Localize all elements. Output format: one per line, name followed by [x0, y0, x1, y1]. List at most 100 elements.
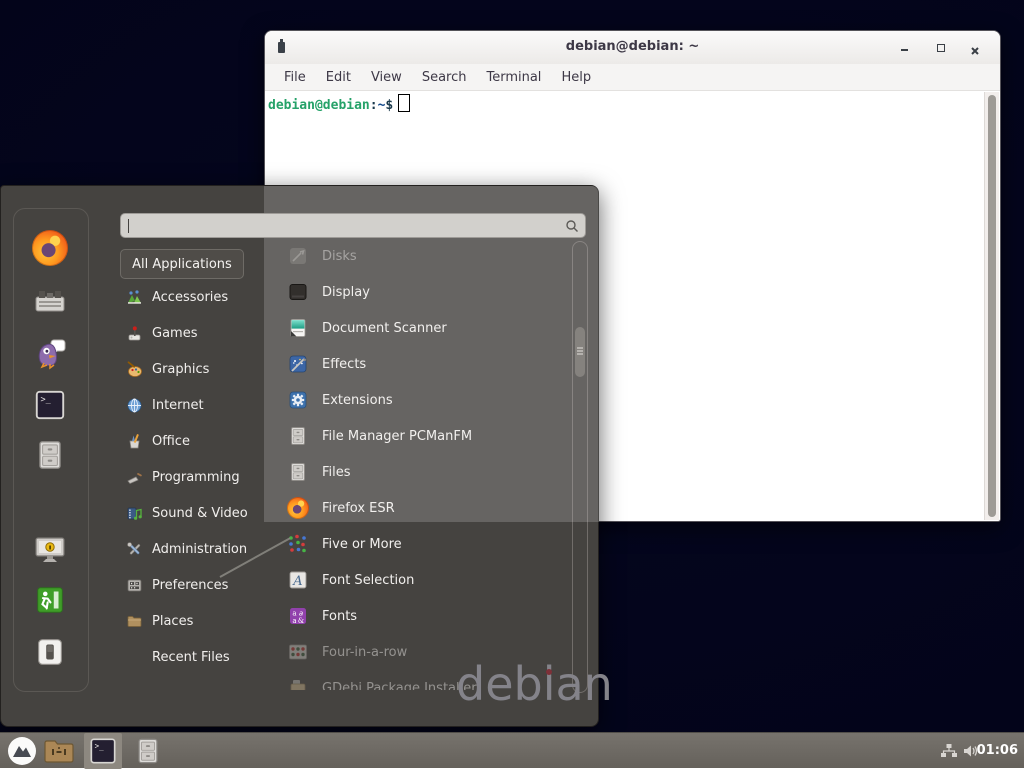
favorite-terminal-button[interactable]: >_ [30, 385, 70, 425]
menu-help[interactable]: Help [551, 67, 601, 88]
menu-file[interactable]: File [274, 67, 316, 88]
menu-terminal[interactable]: Terminal [476, 67, 551, 88]
mixer-icon [32, 283, 68, 319]
pidgin-icon [32, 335, 68, 371]
app-effects[interactable]: Effects [273, 346, 557, 382]
app-fonts[interactable]: a a a & Fonts [273, 598, 557, 634]
display-icon [287, 281, 309, 303]
app-list-scrollbar-thumb[interactable] [575, 327, 585, 377]
app-list-scrollbar[interactable] [572, 241, 588, 693]
category-label: Places [152, 614, 193, 629]
app-disks[interactable]: Disks [273, 238, 557, 274]
app-firefox-esr[interactable]: Firefox ESR [273, 490, 557, 526]
office-icon [126, 433, 143, 450]
category-games[interactable]: Games [118, 315, 276, 351]
category-label: Games [152, 326, 197, 341]
category-office[interactable]: Office [118, 423, 276, 459]
close-button[interactable] [968, 43, 982, 53]
favorite-pidgin-button[interactable] [30, 333, 70, 373]
firefox-icon [32, 230, 68, 266]
font-selection-icon: A [287, 569, 309, 591]
app-font-selection[interactable]: A Font Selection [273, 562, 557, 598]
category-accessories[interactable]: Accessories [118, 279, 276, 315]
app-document-scanner[interactable]: Document Scanner [273, 310, 557, 346]
category-administration[interactable]: Administration [118, 531, 276, 567]
five-or-more-icon [287, 533, 309, 555]
category-label: Accessories [152, 290, 228, 305]
app-label: Firefox ESR [322, 501, 395, 516]
category-label: Preferences [152, 578, 228, 593]
four-in-a-row-icon [287, 641, 309, 663]
category-places[interactable]: Places [118, 603, 276, 639]
accessories-icon [126, 289, 143, 306]
app-five-or-more[interactable]: Five or More [273, 526, 557, 562]
favorite-file-manager-button[interactable] [30, 435, 70, 475]
svg-text:>_: >_ [41, 395, 52, 405]
menu-search[interactable]: Search [412, 67, 477, 88]
text-caret [128, 219, 129, 233]
folder-icon [43, 737, 75, 765]
application-menu: >_ [0, 185, 599, 727]
graphics-icon [126, 361, 143, 378]
favorite-mixer-button[interactable] [30, 281, 70, 321]
category-programming[interactable]: Programming [118, 459, 276, 495]
svg-text:A: A [292, 574, 302, 589]
category-internet[interactable]: Internet [118, 387, 276, 423]
taskbar-folder-launcher[interactable] [42, 735, 76, 767]
preferences-icon [126, 577, 143, 594]
file-cabinet-icon [33, 438, 67, 472]
app-files[interactable]: Files [273, 454, 557, 490]
logout-button[interactable] [30, 580, 70, 620]
category-label: Office [152, 434, 190, 449]
prompt-symbol: $ [385, 98, 393, 113]
fonts-icon: a a a & [287, 605, 309, 627]
minimize-button[interactable] [898, 43, 912, 53]
menu-icon [7, 736, 37, 766]
svg-text:a: a [292, 617, 296, 625]
effects-icon [287, 353, 309, 375]
category-preferences[interactable]: Preferences [118, 567, 276, 603]
sound-video-icon [126, 505, 143, 522]
app-file-manager-pcmanfm[interactable]: File Manager PCManFM [273, 418, 557, 454]
firefox-icon [287, 497, 309, 519]
terminal-icon: >_ [33, 388, 67, 422]
terminal-titlebar[interactable]: debian@debian: ~ [265, 31, 1000, 65]
app-label: Extensions [322, 393, 393, 408]
terminal-scrollbar-thumb[interactable] [988, 95, 996, 517]
close-icon [968, 46, 982, 58]
app-label: Document Scanner [322, 321, 447, 336]
app-four-in-a-row[interactable]: Four-in-a-row [273, 634, 557, 670]
file-cabinet-icon [287, 461, 309, 483]
taskbar-terminal-window-button[interactable]: >_ [84, 733, 122, 769]
favorite-firefox-button[interactable] [30, 228, 70, 268]
shutdown-button[interactable] [30, 632, 70, 672]
maximize-button[interactable] [934, 43, 948, 53]
app-gdebi-package-installer[interactable]: GDebi Package Installer [273, 670, 557, 690]
menu-edit[interactable]: Edit [316, 67, 361, 88]
app-display[interactable]: Display [273, 274, 557, 310]
lock-screen-button[interactable] [30, 529, 70, 569]
games-icon [126, 325, 143, 342]
app-label: Font Selection [322, 573, 414, 588]
prompt-user-host: debian@debian [268, 98, 370, 113]
menu-view[interactable]: View [361, 67, 412, 88]
terminal-scrollbar[interactable] [984, 92, 999, 520]
app-label: Files [322, 465, 351, 480]
all-applications-button[interactable]: All Applications [120, 249, 244, 279]
extensions-gear-icon [287, 389, 309, 411]
clock[interactable]: 01:06 [977, 743, 1018, 758]
terminal-menubar: File Edit View Search Terminal Help [265, 64, 1000, 91]
category-graphics[interactable]: Graphics [118, 351, 276, 387]
document-scanner-icon [287, 317, 309, 339]
app-extensions[interactable]: Extensions [273, 382, 557, 418]
category-sound-video[interactable]: Sound & Video [118, 495, 276, 531]
category-label: Internet [152, 398, 204, 413]
taskbar-file-manager-button[interactable] [131, 735, 165, 767]
category-recent-files[interactable]: Recent Files [118, 639, 276, 675]
administration-icon [126, 541, 143, 558]
shutdown-switch-icon [33, 635, 67, 669]
network-tray-icon[interactable] [940, 743, 958, 759]
taskbar-menu-button[interactable] [6, 735, 38, 767]
all-applications-label: All Applications [132, 257, 232, 272]
search-input[interactable] [129, 215, 559, 236]
